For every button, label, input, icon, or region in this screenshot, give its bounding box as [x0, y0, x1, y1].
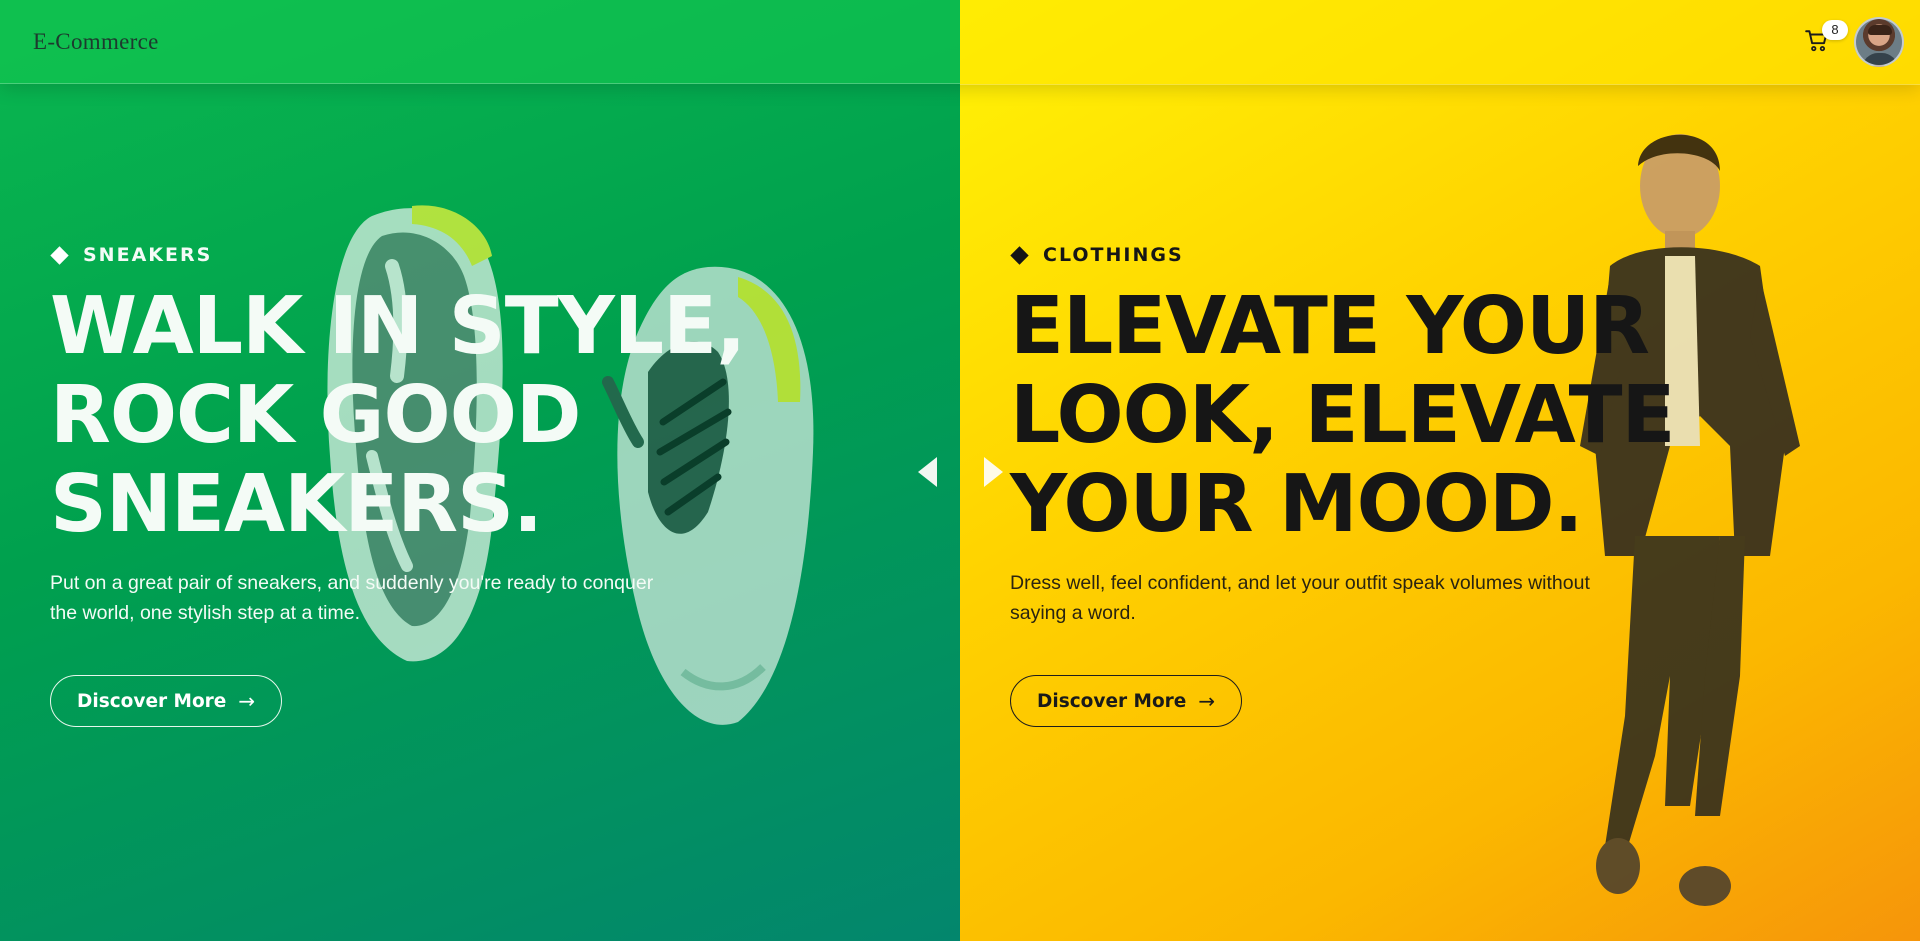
diamond-icon — [1010, 245, 1029, 265]
brand-logo[interactable]: E-Commerce — [33, 29, 159, 55]
top-header: E-Commerce 8 — [0, 0, 1920, 85]
hero-slider: SNEAKERS WALK IN STYLE, ROCK GOOD SNEAKE… — [0, 0, 1920, 941]
description: Dress well, feel confident, and let your… — [1010, 568, 1700, 628]
category-label: SNEAKERS — [50, 244, 745, 266]
discover-more-button[interactable]: Discover More → — [1010, 675, 1243, 727]
sneakers-panel: SNEAKERS WALK IN STYLE, ROCK GOOD SNEAKE… — [0, 0, 960, 941]
headline-line: ROCK GOOD — [50, 369, 581, 461]
triangle-left-icon[interactable] — [918, 457, 937, 487]
headline-line: ELEVATE YOUR — [1010, 280, 1650, 372]
description: Put on a great pair of sneakers, and sud… — [50, 568, 740, 628]
discover-more-button[interactable]: Discover More → — [50, 675, 283, 727]
avatar-body — [1862, 53, 1898, 65]
headline-line: LOOK, ELEVATE — [1010, 369, 1675, 461]
user-avatar[interactable] — [1854, 17, 1904, 67]
category-label: CLOTHINGS — [1010, 244, 1700, 266]
cart-count-badge: 8 — [1822, 20, 1848, 40]
discover-more-label: Discover More — [77, 690, 227, 712]
description-line: the world, one stylish step at a time. — [50, 602, 360, 624]
triangle-right-icon[interactable] — [984, 457, 1003, 487]
category-text: CLOTHINGS — [1043, 244, 1184, 266]
headline-line: YOUR MOOD. — [1010, 458, 1584, 550]
header-right: 8 — [960, 0, 1920, 85]
headline: WALK IN STYLE, ROCK GOOD SNEAKERS. — [50, 280, 746, 550]
headline: ELEVATE YOUR LOOK, ELEVATE YOUR MOOD. — [1010, 282, 1700, 549]
description-line: Put on a great pair of sneakers, and sud… — [50, 572, 654, 594]
headline-line: WALK IN STYLE, — [50, 280, 746, 372]
clothings-hero: CLOTHINGS ELEVATE YOUR LOOK, ELEVATE YOU… — [1010, 244, 1700, 727]
arrow-right-icon: → — [1198, 689, 1216, 713]
category-text: SNEAKERS — [83, 244, 213, 266]
header-left: E-Commerce — [0, 0, 960, 84]
arrow-right-icon: → — [238, 689, 256, 713]
headline-line: SNEAKERS. — [50, 458, 543, 550]
description-line: Dress well, feel confident, and let your… — [1010, 572, 1590, 594]
sneakers-hero: SNEAKERS WALK IN STYLE, ROCK GOOD SNEAKE… — [50, 244, 746, 727]
discover-more-label: Discover More — [1037, 690, 1187, 712]
description-line: saying a word. — [1010, 602, 1136, 624]
diamond-icon — [50, 245, 69, 265]
avatar-hair — [1868, 25, 1892, 35]
